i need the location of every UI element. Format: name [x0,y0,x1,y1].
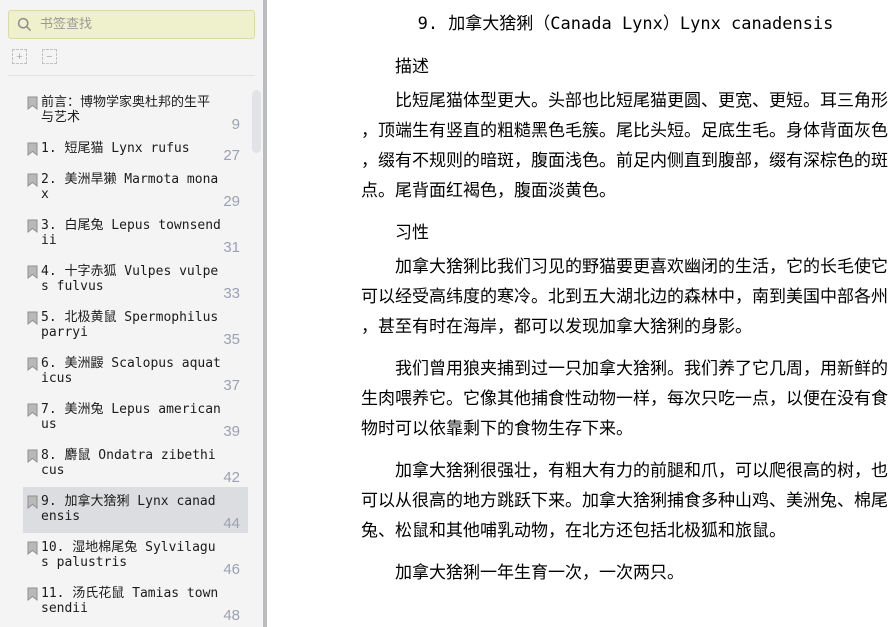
bookmark-label: 4. 十字赤狐 Vulpes vulpes fulvus [41,264,219,294]
bookmark-icon [27,403,38,417]
document-title: 9. 加拿大猞猁（Canada Lynx）Lynx canadensis [417,14,834,34]
bookmark-label: 9. 加拿大猞猁 Lynx canadensis [41,494,216,524]
bookmark-label: 5. 北极黄鼠 Spermophilus parryi [41,310,219,340]
expand-all-button[interactable]: + [12,49,27,64]
document-page: 9. 加拿大猞猁（Canada Lynx）Lynx canadensis 描述比… [267,0,895,627]
bookmark-icon [27,96,38,110]
bookmark-search-box [8,10,255,39]
bookmark-page-number: 35 [223,331,240,348]
bookmark-label: 10. 湿地棉尾兔 Sylvilagus palustris [41,540,216,570]
bookmark-page-number: 44 [223,515,240,532]
paragraph: 我们曾用狼夹捕到过一只加拿大猞猁。我们养了它几周，用新鲜的生肉喂养它。它像其他捕… [361,359,888,439]
bookmark-label: 7. 美洲兔 Lepus americanus [41,402,221,432]
bookmark-item[interactable]: 2. 美洲旱獭 Marmota monax 29 [23,165,248,211]
bookmark-icon [27,311,38,325]
bookmark-icon [27,587,38,601]
bookmark-icon [27,265,38,279]
bookmark-item[interactable]: 7. 美洲兔 Lepus americanus 39 [23,395,248,441]
bookmark-icon [27,219,38,233]
bookmark-page-number: 39 [223,423,240,440]
bookmark-page-number: 48 [223,607,240,624]
bookmark-label: 11. 汤氏花鼠 Tamias townsendii [41,586,219,616]
paragraph: 比短尾猫体型更大。头部也比短尾猫更圆、更宽、更短。耳三角形，顶端生有竖直的粗糙黑… [361,91,888,201]
bookmark-list: 前言：博物学家奥杜邦的生平与艺术 9 1. 短尾猫 Lynx rufus 27 … [0,76,263,625]
bookmark-page-number: 31 [223,239,240,256]
bookmark-icon [27,142,38,156]
bookmarks-sidebar: + − 前言：博物学家奥杜邦的生平与艺术 9 1. 短尾猫 Lynx rufus… [0,0,263,627]
bookmark-item[interactable]: 4. 十字赤狐 Vulpes vulpes fulvus 33 [23,257,248,303]
bookmark-page-number: 37 [223,377,240,394]
paragraph: 加拿大猞猁很强壮，有粗大有力的前腿和爪，可以爬很高的树，也可以从很高的地方跳跃下… [361,461,888,541]
bookmark-label: 前言：博物学家奥杜邦的生平与艺术 [41,95,211,125]
document-sections: 描述比短尾猫体型更大。头部也比短尾猫更圆、更宽、更短。耳三角形，顶端生有竖直的粗… [361,52,890,588]
bookmark-label: 2. 美洲旱獭 Marmota monax [41,172,219,202]
bookmark-item[interactable]: 9. 加拿大猞猁 Lynx canadensis 44 [23,487,248,533]
bookmark-icon [27,357,38,371]
bookmark-label: 1. 短尾猫 Lynx rufus [41,141,190,156]
bookmark-icon [27,495,38,509]
bookmark-page-number: 33 [223,285,240,302]
bookmark-page-number: 42 [223,469,240,486]
bookmark-item[interactable]: 10. 湿地棉尾兔 Sylvilagus palustris 46 [23,533,248,579]
bookmark-label: 6. 美洲鼹 Scalopus aquaticus [41,356,221,386]
paragraph: 加拿大猞猁比我们习见的野猫要更喜欢幽闭的生活，它的长毛使它可以经受高纬度的寒冷。… [361,257,888,337]
bookmark-toolbar: + − [12,49,251,65]
search-icon [17,17,32,32]
bookmark-label: 8. 麝鼠 Ondatra zibethicus [41,448,216,478]
bookmark-item[interactable]: 前言：博物学家奥杜邦的生平与艺术 9 [23,88,248,134]
bookmark-page-number: 29 [223,193,240,210]
bookmark-page-number: 9 [231,116,240,133]
bookmark-icon [27,541,38,555]
bookmark-item[interactable]: 6. 美洲鼹 Scalopus aquaticus 37 [23,349,248,395]
bookmark-page-number: 46 [223,561,240,578]
bookmark-item[interactable]: 8. 麝鼠 Ondatra zibethicus 42 [23,441,248,487]
bookmark-item[interactable]: 1. 短尾猫 Lynx rufus 27 [23,134,248,165]
sidebar-scrollbar-thumb[interactable] [252,90,261,153]
bookmark-label: 3. 白尾兔 Lepus townsendii [41,218,221,248]
bookmark-item[interactable]: 3. 白尾兔 Lepus townsendii 31 [23,211,248,257]
bookmark-item[interactable]: 11. 汤氏花鼠 Tamias townsendii 48 [23,579,248,625]
section-heading: 习性 [395,223,429,243]
paragraph: 加拿大猞猁一年生育一次，一次两只。 [395,563,684,583]
bookmark-search-input[interactable] [40,17,246,32]
bookmark-item[interactable]: 5. 北极黄鼠 Spermophilus parryi 35 [23,303,248,349]
bookmark-icon [27,173,38,187]
bookmark-icon [27,449,38,463]
section-heading: 描述 [395,57,429,77]
bookmark-page-number: 27 [223,147,240,164]
collapse-all-button[interactable]: − [42,49,57,64]
